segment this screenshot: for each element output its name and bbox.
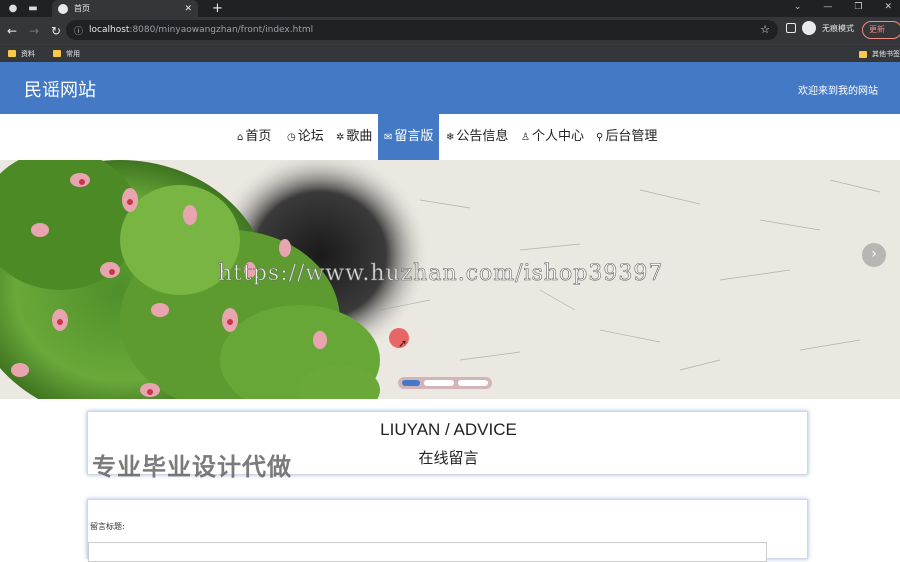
update-button[interactable]: 更新 xyxy=(862,21,900,39)
chrome-menu-icon[interactable]: ● xyxy=(6,2,20,16)
tab-title: 首页 xyxy=(74,4,90,13)
close-icon[interactable]: ✕ xyxy=(184,4,192,14)
browser-tabbar: ● ▬ 首页 ✕ + ⌄ — ❐ ✕ xyxy=(0,0,900,17)
section-title-en: LIUYAN / ADVICE xyxy=(380,420,517,439)
overlay-watermark: 专业毕业设计代做 xyxy=(92,453,292,481)
folder-icon xyxy=(859,50,867,58)
folder-icon xyxy=(53,50,61,57)
reload-icon[interactable]: ↻ xyxy=(46,24,66,38)
forward-icon[interactable]: → xyxy=(24,24,44,38)
folder-icon xyxy=(8,50,16,57)
bookmark-label: 常用 xyxy=(66,49,80,58)
nav-item-admin[interactable]: ⚲ 后台管理 xyxy=(596,114,657,160)
bookmark-label: 资料 xyxy=(21,49,35,58)
carousel-indicator[interactable] xyxy=(458,380,488,386)
form-title-label: 留言标题: xyxy=(90,522,125,531)
nav-item-profile[interactable]: ♙ 个人中心 xyxy=(521,114,584,160)
tab-search-icon[interactable]: ▬ xyxy=(26,2,40,16)
cursor-icon: ➚ xyxy=(398,337,408,350)
message-title-input[interactable] xyxy=(88,542,767,562)
sidepanel-icon[interactable] xyxy=(786,23,796,33)
watermark-text: https://www.huzhan.com/ishop39397 xyxy=(218,261,664,287)
globe-icon xyxy=(58,3,68,14)
nav-item-guestbook[interactable]: ✉ 留言版 xyxy=(378,114,440,160)
minimize-icon[interactable]: — xyxy=(823,0,832,14)
profile-label[interactable]: 无痕模式 xyxy=(822,23,854,34)
bookmarks-bar: 资料 常用 其他书签 xyxy=(0,44,900,62)
nav-item-forum[interactable]: ◷ 论坛 xyxy=(287,114,324,160)
carousel-indicators xyxy=(398,377,492,389)
carousel-indicator[interactable] xyxy=(424,380,454,386)
other-bookmarks[interactable]: 其他书签 xyxy=(859,49,900,59)
envelope-icon: ✉ xyxy=(384,132,393,143)
carousel-indicator[interactable] xyxy=(402,380,420,386)
window-controls: ⌄ — ❐ ✕ xyxy=(794,0,892,14)
browser-toolbar: ← → ↻ ⓘ localhost:8080/minyaowangzhan/fr… xyxy=(0,17,900,44)
bookmark-folder[interactable]: 常用 xyxy=(53,49,80,59)
chevron-right-icon[interactable]: › xyxy=(862,243,886,267)
url-text: localhost:8080/minyaowangzhan/front/inde… xyxy=(89,25,314,35)
chevron-down-icon[interactable]: ⌄ xyxy=(794,0,802,14)
nav-item-songs[interactable]: ✲ 歌曲 xyxy=(336,114,372,160)
back-icon[interactable]: ← xyxy=(2,24,22,38)
banner-carousel[interactable]: https://www.huzhan.com/ishop39397 › ➚ xyxy=(0,160,900,399)
message-form: 留言标题: xyxy=(87,499,808,562)
home-icon: ⌂ xyxy=(237,132,244,143)
new-tab-icon[interactable]: + xyxy=(212,0,223,17)
main-nav: ⌂ 首页 ◷ 论坛 ✲ 歌曲 ✉ 留言版 ❄ 公告信息 ♙ 个人中心 ⚲ 后台管理 xyxy=(0,114,900,160)
bookmark-folder[interactable]: 资料 xyxy=(8,49,35,59)
nav-item-announcements[interactable]: ❄ 公告信息 xyxy=(446,114,508,160)
bookmark-star-icon[interactable]: ☆ xyxy=(760,23,770,36)
clock-icon: ◷ xyxy=(287,132,296,143)
toolbar-right: 无痕模式 xyxy=(786,21,854,35)
restore-icon[interactable]: ❐ xyxy=(854,0,862,14)
user-icon: ♙ xyxy=(521,132,530,143)
flower-icon: ✲ xyxy=(336,132,345,143)
close-window-icon[interactable]: ✕ xyxy=(884,0,892,14)
welcome-text: 欢迎来到我的网站 xyxy=(798,86,878,97)
browser-tab[interactable]: 首页 ✕ xyxy=(52,0,198,17)
nav-item-home[interactable]: ⌂ 首页 xyxy=(237,114,271,160)
site-title[interactable]: 民谣网站 xyxy=(24,76,96,102)
site-header: 民谣网站 欢迎来到我的网站 xyxy=(0,62,900,114)
link-icon: ⚲ xyxy=(596,132,604,143)
info-icon[interactable]: ⓘ xyxy=(74,24,83,37)
incognito-icon[interactable] xyxy=(802,21,816,35)
snowflake-icon: ❄ xyxy=(446,132,455,143)
address-bar[interactable]: ⓘ localhost:8080/minyaowangzhan/front/in… xyxy=(66,20,778,40)
